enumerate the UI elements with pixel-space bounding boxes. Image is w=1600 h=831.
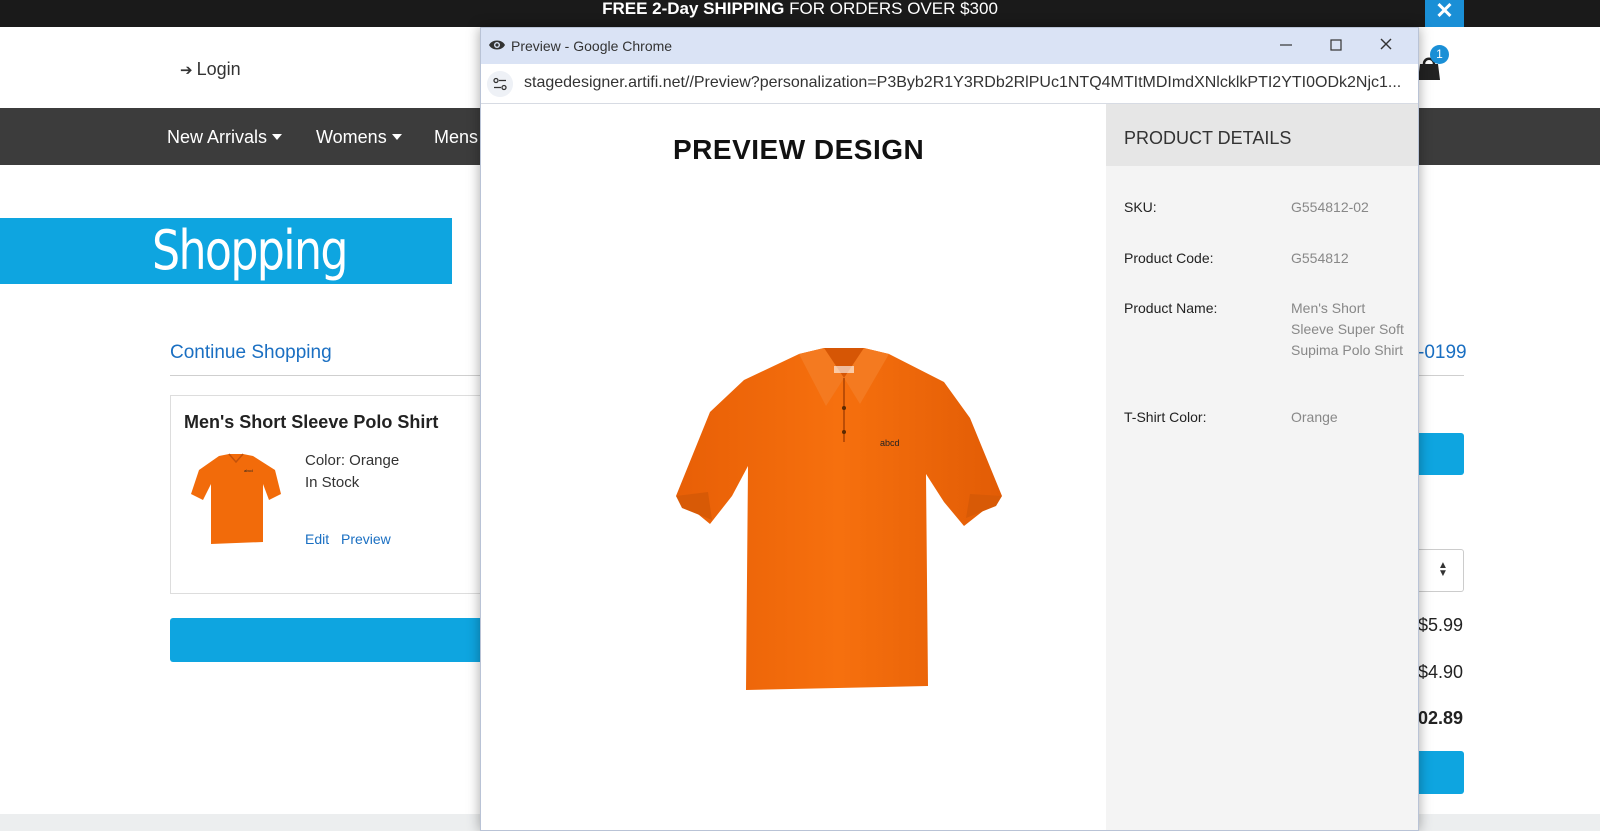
product-code-label: Product Code:: [1124, 250, 1214, 266]
preview-content: PREVIEW DESIGN abcd PRODUCT DETAILS SKU:…: [481, 104, 1418, 830]
polo-shirt-preview-image: abcd: [676, 348, 1002, 690]
nav-item-mens[interactable]: Mens: [434, 127, 478, 148]
product-code-value: G554812: [1291, 250, 1349, 266]
cart-item-card: Men's Short Sleeve Polo Shirt abcd Color…: [170, 395, 480, 594]
nav-label: New Arrivals: [167, 127, 268, 147]
window-title: Preview - Google Chrome: [511, 38, 673, 54]
shipping-value: $4.90: [1418, 662, 1464, 682]
sign-in-icon: ➔: [180, 62, 193, 79]
phone-link[interactable]: -0199: [1418, 342, 1467, 364]
nav-item-womens[interactable]: Womens: [316, 127, 402, 148]
item-color: Color: Orange: [305, 452, 400, 469]
page-title-banner: Shopping Cart: [0, 218, 452, 344]
page: FREE 2-Day SHIPPING FOR ORDERS OVER $300…: [0, 0, 1600, 831]
minimize-icon[interactable]: [1276, 34, 1296, 56]
promo-close-button[interactable]: ✕: [1425, 0, 1464, 27]
divider: [1418, 375, 1464, 376]
shipping-select[interactable]: ▲ ▼: [1418, 549, 1464, 592]
divider: [170, 375, 480, 376]
site-settings-icon[interactable]: [487, 71, 513, 97]
nav-label: Mens: [434, 127, 479, 147]
promo-bold-text: FREE 2-Day SHIPPING: [602, 0, 785, 18]
nav-item-new-arrivals[interactable]: New Arrivals: [167, 127, 283, 148]
page-title: Shopping Cart: [152, 219, 348, 344]
close-icon[interactable]: [1376, 34, 1396, 56]
checkout-button[interactable]: [1418, 433, 1464, 475]
address-bar[interactable]: stagedesigner.artifi.net//Preview?person…: [481, 64, 1418, 104]
select-arrows-icon: ▲ ▼: [1438, 560, 1448, 579]
caret-down-icon: [272, 133, 283, 140]
total-value: 02.89: [1418, 708, 1464, 728]
shirt-text: abcd: [880, 438, 900, 448]
preview-link[interactable]: Preview: [341, 531, 391, 547]
eye-icon: [489, 40, 505, 50]
login-link[interactable]: ➔ Login: [180, 59, 241, 80]
product-details-panel: PRODUCT DETAILS SKU: G554812-02 Product …: [1106, 104, 1418, 830]
product-name-label: Product Name:: [1124, 300, 1218, 316]
caret-down-icon: [391, 133, 402, 140]
window-titlebar: Preview - Google Chrome: [481, 28, 1418, 64]
svg-text:abcd: abcd: [244, 468, 253, 473]
item-name: Men's Short Sleeve Polo Shirt: [184, 412, 439, 432]
proceed-button[interactable]: [1418, 751, 1464, 794]
promo-bar: FREE 2-Day SHIPPING FOR ORDERS OVER $300: [0, 0, 1600, 27]
edit-link[interactable]: Edit: [305, 531, 329, 547]
cart-count-badge: 1: [1430, 45, 1449, 64]
subtotal-value: $5.99: [1418, 615, 1464, 635]
continue-shopping-link[interactable]: Continue Shopping: [170, 342, 332, 364]
maximize-icon[interactable]: [1326, 34, 1346, 56]
shirt-color-label: T-Shirt Color:: [1124, 409, 1207, 425]
item-stock-status: In Stock: [305, 474, 360, 491]
product-name-value: Men's Short Sleeve Super Soft Supima Pol…: [1291, 300, 1404, 358]
login-label: Login: [196, 59, 241, 79]
sku-value: G554812-02: [1291, 199, 1369, 215]
url-text: stagedesigner.artifi.net//Preview?person…: [524, 74, 1402, 91]
sku-label: SKU:: [1124, 199, 1157, 215]
preview-popup-window: Preview - Google Chrome stagedesigner.ar…: [480, 27, 1419, 831]
shirt-color-value: Orange: [1291, 409, 1338, 425]
details-header: PRODUCT DETAILS: [1106, 104, 1418, 166]
details-title: PRODUCT DETAILS: [1124, 128, 1292, 148]
cart-action-button[interactable]: [170, 618, 480, 662]
product-thumbnail: abcd: [191, 453, 281, 544]
promo-text: FOR ORDERS OVER $300: [784, 0, 998, 18]
nav-label: Womens: [316, 127, 387, 147]
preview-title: PREVIEW DESIGN: [673, 134, 925, 165]
